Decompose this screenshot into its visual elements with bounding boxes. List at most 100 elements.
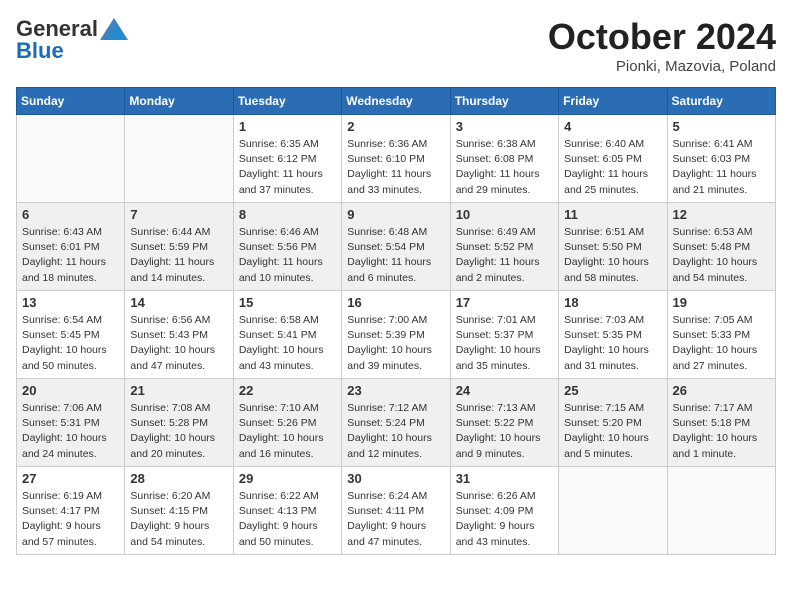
day-number: 26 — [673, 383, 770, 398]
day-info: Sunrise: 6:35 AMSunset: 6:12 PMDaylight:… — [239, 137, 336, 198]
calendar-day-cell: 15Sunrise: 6:58 AMSunset: 5:41 PMDayligh… — [233, 291, 341, 379]
calendar-week-row: 1 Sunrise: 6:35 AMSunset: 6:12 PMDaylight… — [17, 115, 776, 203]
day-number: 15 — [239, 295, 336, 310]
calendar-day-header: Sunday — [17, 88, 125, 115]
calendar-day-cell: 26 Sunrise: 7:17 AMSunset: 5:18 PMDayligh… — [667, 379, 775, 467]
logo-blue: Blue — [16, 38, 64, 64]
day-number: 27 — [22, 471, 119, 486]
day-number: 11 — [564, 207, 661, 222]
day-number: 18 — [564, 295, 661, 310]
day-number: 21 — [130, 383, 227, 398]
calendar-day-cell: 4Sunrise: 6:40 AMSunset: 6:05 PMDaylight… — [559, 115, 667, 203]
calendar-day-cell: 11 Sunrise: 6:51 AMSunset: 5:50 PMDayligh… — [559, 203, 667, 291]
calendar-day-cell: 19Sunrise: 7:05 AMSunset: 5:33 PMDayligh… — [667, 291, 775, 379]
location-title: Pionki, Mazovia, Poland — [548, 58, 776, 75]
day-info: Sunrise: 6:22 AMSunset: 4:13 PMDaylight:… — [239, 489, 336, 550]
day-number: 25 — [564, 383, 661, 398]
calendar-day-cell: 6 Sunrise: 6:43 AMSunset: 6:01 PMDaylight… — [17, 203, 125, 291]
calendar-day-header: Tuesday — [233, 88, 341, 115]
day-info: Sunrise: 6:54 AMSunset: 5:45 PMDaylight:… — [22, 313, 119, 374]
day-number: 16 — [347, 295, 444, 310]
calendar-day-cell: 13 Sunrise: 6:54 AMSunset: 5:45 PMDayligh… — [17, 291, 125, 379]
day-info: Sunrise: 7:05 AMSunset: 5:33 PMDaylight:… — [673, 313, 770, 374]
day-info: Sunrise: 7:06 AMSunset: 5:31 PMDaylight:… — [22, 401, 119, 462]
day-info: Sunrise: 6:56 AMSunset: 5:43 PMDaylight:… — [130, 313, 227, 374]
calendar-day-header: Saturday — [667, 88, 775, 115]
day-info: Sunrise: 7:17 AMSunset: 5:18 PMDaylight:… — [673, 401, 770, 462]
day-number: 7 — [130, 207, 227, 222]
day-info: Sunrise: 7:01 AMSunset: 5:37 PMDaylight:… — [456, 313, 553, 374]
day-number: 24 — [456, 383, 553, 398]
day-number: 20 — [22, 383, 119, 398]
calendar-day-cell: 8 Sunrise: 6:46 AMSunset: 5:56 PMDaylight… — [233, 203, 341, 291]
day-info: Sunrise: 6:38 AMSunset: 6:08 PMDaylight:… — [456, 137, 553, 198]
calendar-day-cell: 24 Sunrise: 7:13 AMSunset: 5:22 PMDayligh… — [450, 379, 558, 467]
calendar-day-cell: 9 Sunrise: 6:48 AMSunset: 5:54 PMDaylight… — [342, 203, 450, 291]
day-number: 8 — [239, 207, 336, 222]
day-info: Sunrise: 6:48 AMSunset: 5:54 PMDaylight:… — [347, 225, 444, 286]
calendar-day-cell: 30 Sunrise: 6:24 AMSunset: 4:11 PMDayligh… — [342, 467, 450, 555]
day-info: Sunrise: 7:03 AMSunset: 5:35 PMDaylight:… — [564, 313, 661, 374]
title-block: October 2024 Pionki, Mazovia, Poland — [548, 16, 776, 75]
day-number: 10 — [456, 207, 553, 222]
day-number: 6 — [22, 207, 119, 222]
calendar-day-cell: 12Sunrise: 6:53 AMSunset: 5:48 PMDayligh… — [667, 203, 775, 291]
day-info: Sunrise: 6:40 AMSunset: 6:05 PMDaylight:… — [564, 137, 661, 198]
day-info: Sunrise: 6:20 AMSunset: 4:15 PMDaylight:… — [130, 489, 227, 550]
calendar-day-cell: 7 Sunrise: 6:44 AMSunset: 5:59 PMDaylight… — [125, 203, 233, 291]
calendar-day-cell: 28 Sunrise: 6:20 AMSunset: 4:15 PMDayligh… — [125, 467, 233, 555]
calendar-table: SundayMondayTuesdayWednesdayThursdayFrid… — [16, 87, 776, 555]
calendar-day-cell: 29 Sunrise: 6:22 AMSunset: 4:13 PMDayligh… — [233, 467, 341, 555]
day-info: Sunrise: 7:10 AMSunset: 5:26 PMDaylight:… — [239, 401, 336, 462]
day-number: 29 — [239, 471, 336, 486]
calendar-day-cell: 17Sunrise: 7:01 AMSunset: 5:37 PMDayligh… — [450, 291, 558, 379]
calendar-day-cell: 31Sunrise: 6:26 AMSunset: 4:09 PMDayligh… — [450, 467, 558, 555]
logo: General Blue — [16, 16, 128, 64]
calendar-day-cell: 21 Sunrise: 7:08 AMSunset: 5:28 PMDayligh… — [125, 379, 233, 467]
day-number: 5 — [673, 119, 770, 134]
day-info: Sunrise: 7:00 AMSunset: 5:39 PMDaylight:… — [347, 313, 444, 374]
calendar-day-cell: 22Sunrise: 7:10 AMSunset: 5:26 PMDayligh… — [233, 379, 341, 467]
day-info: Sunrise: 6:24 AMSunset: 4:11 PMDaylight:… — [347, 489, 444, 550]
day-info: Sunrise: 6:44 AMSunset: 5:59 PMDaylight:… — [130, 225, 227, 286]
day-number: 23 — [347, 383, 444, 398]
day-number: 14 — [130, 295, 227, 310]
day-info: Sunrise: 6:41 AMSunset: 6:03 PMDaylight:… — [673, 137, 770, 198]
day-number: 2 — [347, 119, 444, 134]
calendar-week-row: 20 Sunrise: 7:06 AMSunset: 5:31 PMDayligh… — [17, 379, 776, 467]
calendar-day-header: Monday — [125, 88, 233, 115]
day-info: Sunrise: 7:08 AMSunset: 5:28 PMDaylight:… — [130, 401, 227, 462]
day-number: 30 — [347, 471, 444, 486]
calendar-day-cell: 16 Sunrise: 7:00 AMSunset: 5:39 PMDayligh… — [342, 291, 450, 379]
calendar-day-cell: 25 Sunrise: 7:15 AMSunset: 5:20 PMDayligh… — [559, 379, 667, 467]
calendar-day-header: Friday — [559, 88, 667, 115]
day-info: Sunrise: 7:15 AMSunset: 5:20 PMDaylight:… — [564, 401, 661, 462]
calendar-day-cell — [667, 467, 775, 555]
day-info: Sunrise: 6:43 AMSunset: 6:01 PMDaylight:… — [22, 225, 119, 286]
calendar-day-cell: 14 Sunrise: 6:56 AMSunset: 5:43 PMDayligh… — [125, 291, 233, 379]
calendar-day-cell — [125, 115, 233, 203]
calendar-day-cell: 2 Sunrise: 6:36 AMSunset: 6:10 PMDaylight… — [342, 115, 450, 203]
day-info: Sunrise: 6:19 AMSunset: 4:17 PMDaylight:… — [22, 489, 119, 550]
calendar-day-cell: 3Sunrise: 6:38 AMSunset: 6:08 PMDaylight… — [450, 115, 558, 203]
day-number: 28 — [130, 471, 227, 486]
calendar-day-cell: 5 Sunrise: 6:41 AMSunset: 6:03 PMDaylight… — [667, 115, 775, 203]
day-info: Sunrise: 6:53 AMSunset: 5:48 PMDaylight:… — [673, 225, 770, 286]
day-info: Sunrise: 7:13 AMSunset: 5:22 PMDaylight:… — [456, 401, 553, 462]
day-info: Sunrise: 6:36 AMSunset: 6:10 PMDaylight:… — [347, 137, 444, 198]
day-number: 1 — [239, 119, 336, 134]
calendar-day-cell: 27 Sunrise: 6:19 AMSunset: 4:17 PMDayligh… — [17, 467, 125, 555]
day-info: Sunrise: 6:51 AMSunset: 5:50 PMDaylight:… — [564, 225, 661, 286]
calendar-header-row: SundayMondayTuesdayWednesdayThursdayFrid… — [17, 88, 776, 115]
calendar-day-header: Thursday — [450, 88, 558, 115]
calendar-day-cell: 1 Sunrise: 6:35 AMSunset: 6:12 PMDaylight… — [233, 115, 341, 203]
day-info: Sunrise: 6:46 AMSunset: 5:56 PMDaylight:… — [239, 225, 336, 286]
day-number: 13 — [22, 295, 119, 310]
calendar-day-cell: 18 Sunrise: 7:03 AMSunset: 5:35 PMDayligh… — [559, 291, 667, 379]
calendar-day-cell: 20 Sunrise: 7:06 AMSunset: 5:31 PMDayligh… — [17, 379, 125, 467]
day-number: 9 — [347, 207, 444, 222]
day-info: Sunrise: 6:49 AMSunset: 5:52 PMDaylight:… — [456, 225, 553, 286]
logo-icon — [100, 18, 128, 40]
calendar-day-cell — [559, 467, 667, 555]
day-number: 31 — [456, 471, 553, 486]
